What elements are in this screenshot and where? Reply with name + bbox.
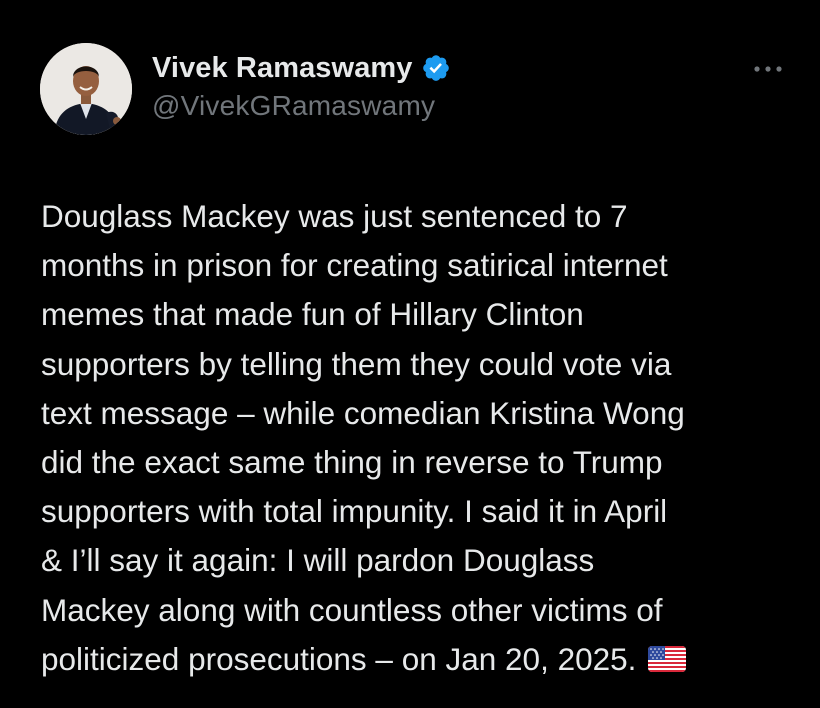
author-handle[interactable]: @VivekGRamaswamy	[152, 90, 451, 122]
more-options-icon	[754, 66, 782, 72]
tweet-text: Douglass Mackey was just sentenced to 7 …	[41, 192, 801, 686]
verified-badge-icon[interactable]	[421, 53, 451, 83]
tweet-text-last-line: politicized prosecutions – on Jan 20, 20…	[41, 635, 801, 686]
author-display-name[interactable]: Vivek Ramaswamy	[152, 52, 413, 85]
tweet-text-line: did the exact same thing in reverse to T…	[41, 444, 663, 481]
tweet-text-line: supporters by telling them they could vo…	[41, 345, 672, 382]
more-options-button[interactable]	[748, 55, 788, 83]
tweet-text-line: supporters with total impunity. I said i…	[41, 493, 668, 530]
profile-photo	[40, 43, 132, 135]
tweet-card: Vivek Ramaswamy @VivekGRamaswamy Douglas…	[0, 0, 820, 708]
tweet-text-line: memes that made fun of Hillary Clinton	[41, 296, 584, 333]
tweet-text-line: politicized prosecutions – on Jan 20, 20…	[41, 640, 637, 677]
tweet-text-line: Mackey along with countless other victim…	[41, 591, 663, 628]
us-flag-icon	[648, 637, 687, 686]
tweet-header: Vivek Ramaswamy @VivekGRamaswamy	[152, 48, 451, 122]
tweet-text-line: months in prison for creating satirical …	[41, 247, 668, 284]
tweet-text-line: Douglass Mackey was just sentenced to 7	[41, 198, 628, 234]
avatar[interactable]	[40, 43, 132, 135]
name-row: Vivek Ramaswamy	[152, 48, 451, 88]
tweet-text-line: & I’ll say it again: I will pardon Dougl…	[41, 542, 595, 579]
tweet-text-line: text message – while comedian Kristina W…	[41, 394, 685, 431]
